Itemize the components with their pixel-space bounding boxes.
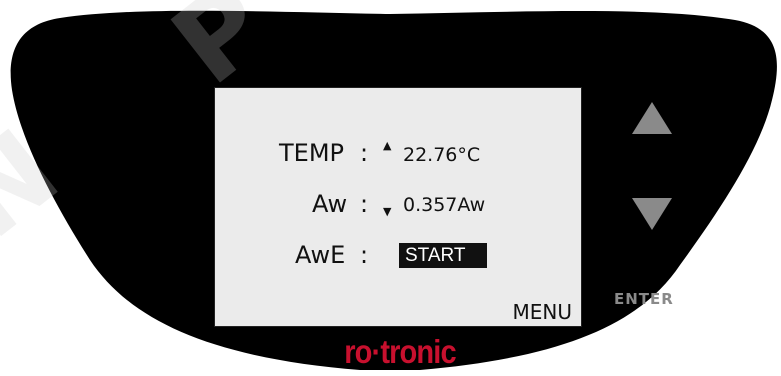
menu-softkey-label[interactable]: MENU (513, 301, 573, 323)
temp-separator: : (360, 139, 369, 167)
temp-unit: °C (457, 144, 481, 166)
awe-separator: : (360, 241, 369, 269)
up-arrow-button[interactable] (630, 100, 674, 136)
trend-up-icon: ▲ (383, 139, 392, 152)
aw-label: Aw (312, 190, 348, 218)
triangle-up-icon (632, 102, 672, 134)
aw-unit: Aw (457, 194, 486, 216)
temp-value: 22.76 (403, 144, 458, 166)
temp-value-row: 22.76°C (403, 144, 480, 166)
start-button[interactable]: START (399, 243, 487, 268)
aw-value-row: 0.357Aw (403, 194, 485, 216)
aw-separator: : (360, 190, 369, 218)
lcd-screen: TEMP : ▲ 22.76°C Aw : ▼ 0.357Aw AwE : ST… (214, 87, 582, 327)
down-arrow-button[interactable] (630, 196, 674, 232)
device-panel: N P TEMP : ▲ 22.76°C Aw : ▼ 0.357Aw AwE … (0, 0, 781, 376)
aw-value: 0.357 (403, 194, 458, 216)
triangle-down-icon (632, 198, 672, 230)
temp-label: TEMP (279, 139, 345, 167)
rotronic-logo: ro·tronic (344, 333, 456, 370)
awe-label: AwE (295, 241, 346, 269)
enter-button[interactable]: ENTER (614, 290, 674, 308)
trend-down-icon: ▼ (383, 205, 392, 218)
